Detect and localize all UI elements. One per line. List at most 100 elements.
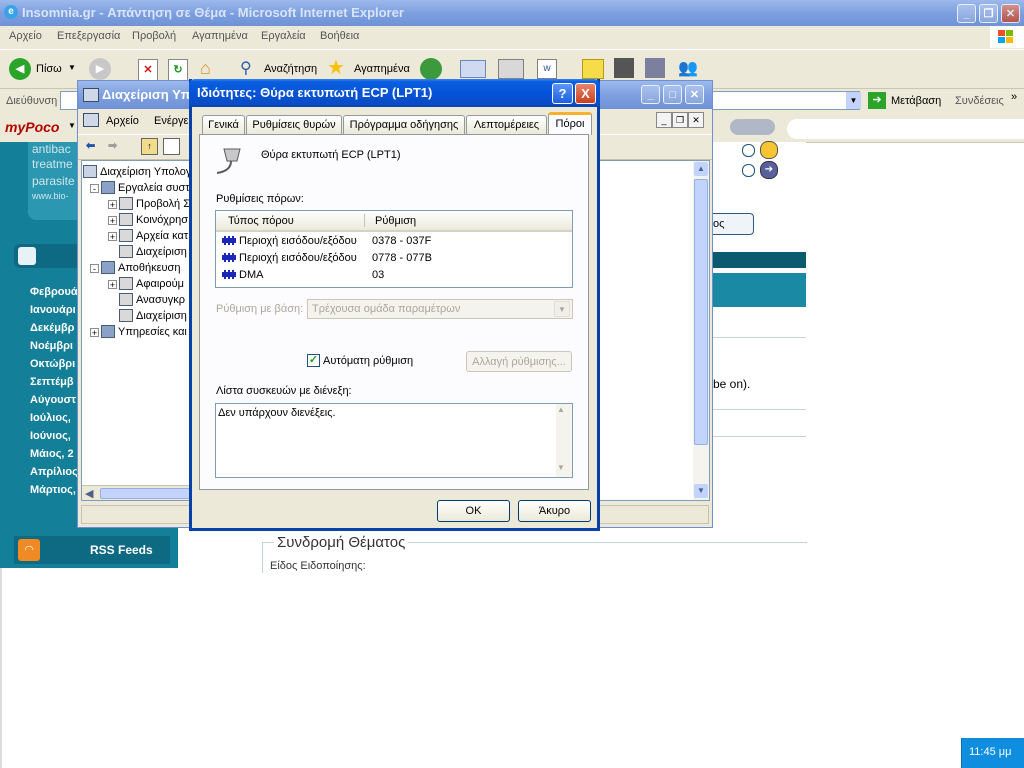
address-dropdown-icon[interactable]: ▼ — [846, 92, 861, 109]
conflict-scroll-up-icon[interactable]: ▲ — [557, 405, 565, 414]
tree-item[interactable]: + Αφαιρούμ — [82, 276, 190, 292]
tree-item[interactable]: + Υπηρεσίες και — [82, 324, 190, 340]
tab-port-settings[interactable]: Ρυθμίσεις θυρών — [246, 115, 342, 134]
right-vscroll[interactable]: ▲ ▼ — [693, 161, 709, 500]
cancel-button[interactable]: Άκυρο — [518, 500, 591, 522]
collapse-icon[interactable]: - — [90, 184, 99, 194]
auto-checkbox[interactable]: ✓ — [307, 354, 320, 367]
favorites-star-icon[interactable]: ★ — [327, 55, 345, 80]
scroll-up-icon[interactable]: ▲ — [694, 162, 708, 176]
go-button[interactable]: Μετάβαση — [891, 95, 941, 107]
expand-icon[interactable]: + — [108, 200, 117, 210]
tree-hscroll[interactable]: ◀ — [82, 485, 190, 500]
favorites-label[interactable]: Αγαπημένα — [354, 63, 410, 75]
mmc-back-icon[interactable]: ⬅ — [86, 139, 95, 152]
mmc-tree-toggle-icon[interactable] — [163, 138, 180, 155]
print-icon[interactable] — [498, 59, 524, 79]
page-button[interactable]: ος — [706, 213, 754, 235]
based-on-select[interactable]: Τρέχουσα ομάδα παραμέτρων ▼ — [307, 299, 573, 319]
mail-icon[interactable] — [460, 60, 486, 78]
resource-row[interactable]: Περιοχή εισόδου/εξόδου 0378 - 037F — [220, 233, 570, 249]
archive-month-link[interactable]: Ιούνιος, — [30, 430, 71, 442]
menu-edit[interactable]: Επεξεργασία — [57, 30, 120, 42]
tab-general[interactable]: Γενικά — [202, 115, 245, 134]
expand-icon[interactable]: + — [90, 328, 99, 338]
auto-label[interactable]: Αυτόματη ρύθμιση — [323, 355, 413, 367]
mmc-child-restore-icon[interactable]: ❐ — [672, 112, 688, 128]
mmc-close-button[interactable]: ✕ — [685, 85, 704, 104]
rss-bar[interactable]: ◠ RSS Feeds — [14, 536, 170, 564]
resource-list[interactable]: Τύπος πόρου Ρύθμιση Περιοχή εισόδου/εξόδ… — [215, 210, 573, 288]
tab-resources[interactable]: Πόροι — [548, 112, 592, 135]
archive-month-link[interactable]: Οκτώβρι — [30, 358, 75, 370]
resource-row[interactable]: Περιοχή εισόδου/εξόδου 0778 - 077B — [220, 250, 570, 266]
discuss-icon[interactable] — [582, 59, 604, 79]
scroll-thumb[interactable] — [694, 179, 708, 445]
tree-scroll-thumb[interactable] — [100, 488, 190, 499]
edit-icon[interactable]: w — [537, 59, 557, 79]
mmc-minimize-button[interactable]: _ — [641, 85, 660, 104]
conflict-box[interactable]: Δεν υπάρχουν διενέξεις. ▲ ▼ — [215, 403, 573, 478]
mmc-up-icon[interactable]: ↑ — [141, 138, 158, 155]
back-label[interactable]: Πίσω — [36, 63, 62, 75]
back-icon[interactable]: ◀ — [9, 58, 31, 80]
archive-month-link[interactable]: Ιούλιος, — [30, 412, 71, 424]
stop-icon[interactable]: ✕ — [138, 59, 158, 81]
help-button[interactable]: ? — [552, 83, 573, 104]
refresh-icon[interactable]: ↻ — [168, 59, 188, 81]
home-icon[interactable]: ⌂ — [200, 58, 222, 78]
mmc-forward-icon[interactable]: ➡ — [108, 139, 117, 152]
messenger-icon[interactable] — [645, 58, 665, 78]
menu-file[interactable]: Αρχείο — [9, 30, 42, 42]
resource-row[interactable]: DMA 03 — [220, 267, 570, 283]
expand-icon[interactable]: + — [108, 216, 117, 226]
tree-item[interactable]: - Αποθήκευση — [82, 260, 190, 276]
archive-month-link[interactable]: Απρίλιος — [30, 466, 78, 478]
dialog-close-button[interactable]: X — [575, 83, 596, 104]
tree-item[interactable]: + Κοινόχρησ — [82, 212, 190, 228]
tab-details[interactable]: Λεπτομέρειες — [466, 115, 547, 134]
ok-button[interactable]: OK — [437, 500, 510, 522]
mmc-child-close-icon[interactable]: ✕ — [688, 112, 704, 128]
tree-item[interactable]: + Αρχεία κατ — [82, 228, 190, 244]
radio-1[interactable] — [742, 144, 755, 157]
tree-item[interactable]: Ανασυγκρ — [82, 292, 190, 308]
chevron-right-icon[interactable]: » — [1011, 91, 1017, 103]
search-label[interactable]: Αναζήτηση — [264, 63, 317, 75]
go-arrow-icon[interactable]: ➔ — [868, 92, 886, 109]
menu-help[interactable]: Βοήθεια — [320, 30, 359, 42]
research-icon[interactable] — [614, 58, 634, 78]
conflict-vscroll[interactable]: ▲ ▼ — [556, 404, 572, 477]
history-icon[interactable] — [420, 58, 442, 80]
tab-driver[interactable]: Πρόγραμμα οδήγησης — [343, 115, 465, 134]
tree-item[interactable]: Διαχείριση — [82, 308, 190, 324]
restore-button[interactable]: ❐ — [979, 4, 998, 23]
mmc-menu-action[interactable]: Ενέργει — [154, 115, 191, 127]
menu-view[interactable]: Προβολή — [132, 30, 176, 42]
people-icon[interactable]: 👥 — [678, 58, 700, 78]
conflict-scroll-down-icon[interactable]: ▼ — [557, 463, 565, 472]
clock[interactable]: 11:45 μμ — [969, 746, 1011, 758]
mmc-child-min-icon[interactable]: _ — [656, 112, 672, 128]
menu-tools[interactable]: Εργαλεία — [261, 30, 306, 42]
menu-favorites[interactable]: Αγαπημένα — [192, 30, 248, 42]
archive-month-link[interactable]: Δεκέμβρ — [30, 322, 74, 334]
expand-icon[interactable]: + — [108, 232, 117, 242]
mmc-maximize-button[interactable]: □ — [663, 85, 682, 104]
pill-right[interactable] — [787, 119, 1024, 139]
archive-month-link[interactable]: Φεβρουά — [30, 286, 78, 298]
archive-month-link[interactable]: Ιανουάρι — [30, 304, 76, 316]
collapse-icon[interactable]: - — [90, 264, 99, 274]
archive-month-link[interactable]: Μάρτιος, — [30, 484, 76, 496]
forward-icon[interactable]: ▶ — [89, 58, 111, 80]
column-type[interactable]: Τύπος πόρου — [228, 215, 294, 227]
back-dropdown-icon[interactable]: ▼ — [68, 63, 76, 72]
rss-label[interactable]: RSS Feeds — [90, 543, 153, 557]
change-setting-button[interactable]: Αλλαγή ρύθμισης... — [466, 351, 572, 372]
archive-month-link[interactable]: Σεπτέμβ — [30, 376, 74, 388]
pill-control[interactable] — [730, 119, 775, 135]
column-setting[interactable]: Ρύθμιση — [375, 215, 416, 227]
expand-icon[interactable]: + — [108, 280, 117, 290]
mmc-menu-file[interactable]: Αρχείο — [106, 115, 139, 127]
minimize-button[interactable]: _ — [957, 4, 976, 23]
